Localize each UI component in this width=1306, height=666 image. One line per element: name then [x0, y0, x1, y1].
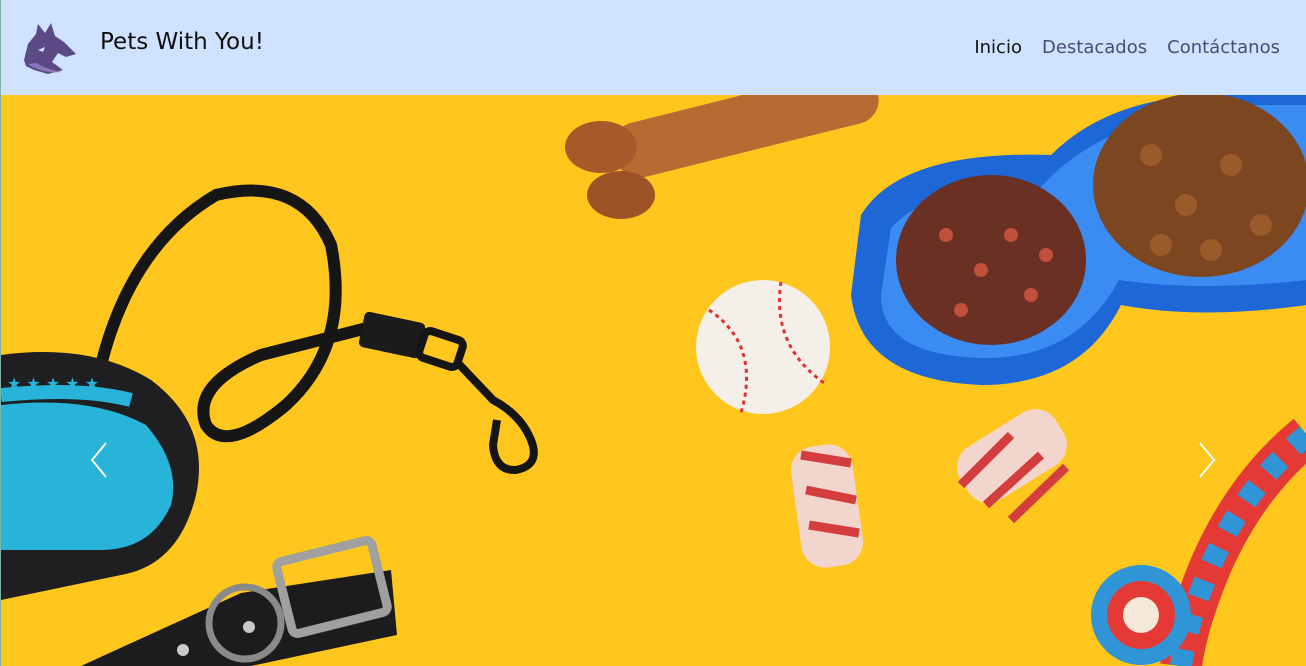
carousel-prev-button[interactable] [79, 435, 119, 485]
svg-text:★ ★ ★ ★ ★: ★ ★ ★ ★ ★ [7, 374, 99, 393]
wolf-logo-icon[interactable] [18, 20, 80, 76]
baseball [696, 280, 830, 414]
chevron-right-icon [1199, 442, 1216, 478]
chevron-left-icon [90, 442, 107, 478]
nav-link-destacados[interactable]: Destacados [1042, 37, 1147, 58]
carousel-next-button[interactable] [1187, 435, 1227, 485]
navbar: Pets With You! Inicio Destacados Contáct… [0, 0, 1306, 95]
hero-image: ★ ★ ★ ★ ★ [1, 95, 1306, 666]
nav-link-inicio[interactable]: Inicio [974, 37, 1022, 58]
nav-link-contactanos[interactable]: Contáctanos [1167, 37, 1280, 58]
brand-name[interactable]: Pets With You! [100, 29, 264, 55]
nav-links: Inicio Destacados Contáctanos [974, 37, 1280, 58]
hero-carousel: ★ ★ ★ ★ ★ [0, 95, 1306, 666]
